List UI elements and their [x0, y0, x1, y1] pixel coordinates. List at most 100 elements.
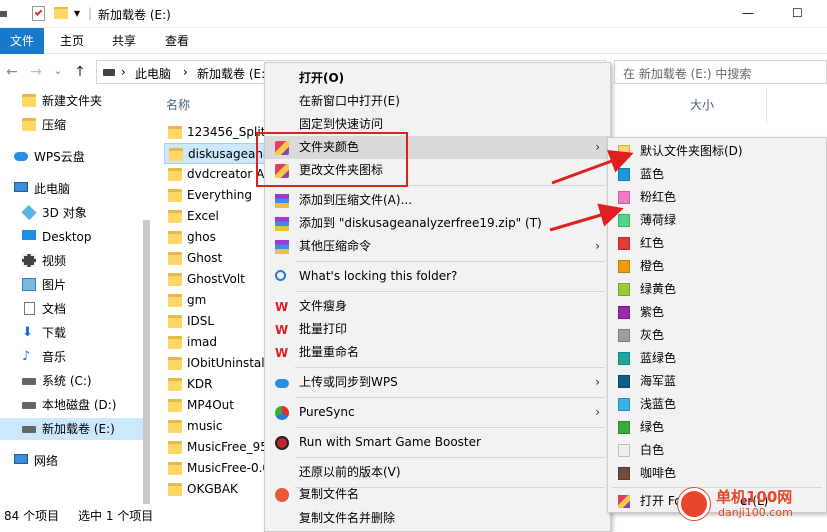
- booster-icon: [275, 436, 289, 450]
- menu-item-upload-wps[interactable]: 上传或同步到WPS ›: [265, 371, 610, 394]
- menu-item-whats-locking[interactable]: What's locking this folder?: [265, 265, 610, 288]
- document-icon: [24, 302, 35, 315]
- menu-separator: [295, 397, 605, 398]
- nav-item-network[interactable]: 网络: [0, 450, 150, 472]
- drive-icon: [103, 69, 115, 76]
- window-title: 新加载卷 (E:): [98, 8, 171, 22]
- nav-item-this-pc[interactable]: 此电脑: [0, 178, 150, 200]
- color-option-white[interactable]: 白色: [608, 439, 826, 462]
- file-row[interactable]: KDR: [164, 374, 272, 395]
- nav-item-pictures[interactable]: 图片: [0, 274, 150, 296]
- folder-icon: [168, 420, 182, 433]
- file-row[interactable]: MP4Out: [164, 395, 272, 416]
- customize-dropdown[interactable]: ▾: [74, 6, 80, 20]
- maximize-button[interactable]: ☐: [792, 6, 803, 20]
- new-folder-quick-icon[interactable]: [54, 7, 68, 19]
- color-option-mint[interactable]: 薄荷绿: [608, 209, 826, 232]
- color-option-red[interactable]: 红色: [608, 232, 826, 255]
- column-header-size[interactable]: 大小: [690, 96, 714, 113]
- nav-item-music[interactable]: ♪ 音乐: [0, 346, 150, 368]
- minimize-button[interactable]: —: [742, 6, 754, 20]
- nav-item-wps-cloud[interactable]: WPS云盘: [0, 146, 150, 168]
- nav-item-drive-d[interactable]: 本地磁盘 (D:): [0, 394, 150, 416]
- column-header-name[interactable]: 名称: [166, 96, 190, 113]
- nav-scrollbar[interactable]: [143, 220, 150, 510]
- nav-item-videos[interactable]: 视频: [0, 250, 150, 272]
- color-option-purple[interactable]: 紫色: [608, 301, 826, 324]
- tab-view[interactable]: 查看: [153, 28, 201, 54]
- folder-color-swatch: [618, 214, 630, 227]
- search-input[interactable]: 在 新加载卷 (E:) 中搜索: [614, 60, 827, 84]
- color-option-orange[interactable]: 橙色: [608, 255, 826, 278]
- color-option-blue[interactable]: 蓝色: [608, 163, 826, 186]
- nav-item-drive-e[interactable]: 新加载卷 (E:): [0, 418, 150, 440]
- color-option-navy[interactable]: 海军蓝: [608, 370, 826, 393]
- file-row[interactable]: Everything: [164, 185, 272, 206]
- color-option-pink[interactable]: 粉红色: [608, 186, 826, 209]
- menu-item-add-to-zip[interactable]: 添加到 "diskusageanalyzerfree19.zip" (T): [265, 212, 610, 235]
- menu-item-batch-print[interactable]: W 批量打印: [265, 318, 610, 341]
- forward-button[interactable]: →: [26, 64, 46, 80]
- file-row[interactable]: OKGBAK: [164, 479, 272, 500]
- nav-item-downloads[interactable]: ⬇ 下载: [0, 322, 150, 344]
- file-row[interactable]: GhostVolt: [164, 269, 272, 290]
- menu-item-batch-rename[interactable]: W 批量重命名: [265, 341, 610, 364]
- column-divider[interactable]: [766, 88, 767, 124]
- folder-color-swatch: [618, 375, 630, 388]
- menu-item-open-new-window[interactable]: 在新窗口中打开(E): [265, 90, 610, 113]
- tab-share[interactable]: 共享: [100, 28, 148, 54]
- winrar-icon: [275, 217, 289, 231]
- menu-item-add-to-archive[interactable]: 添加到压缩文件(A)...: [265, 189, 610, 212]
- menu-item-file-slim[interactable]: W 文件瘦身: [265, 295, 610, 318]
- file-row[interactable]: Excel: [164, 206, 272, 227]
- color-option-green[interactable]: 绿色: [608, 416, 826, 439]
- tab-home[interactable]: 主页: [48, 28, 96, 54]
- file-row[interactable]: MusicFree-0.0: [164, 458, 272, 479]
- color-option-teal[interactable]: 蓝绿色: [608, 347, 826, 370]
- menu-item-restore-versions[interactable]: 还原以前的版本(V): [265, 461, 610, 484]
- menu-item-other-compress[interactable]: 其他压缩命令 ›: [265, 235, 610, 258]
- watermark: 单机100网 danji100.com: [678, 486, 827, 524]
- folder-icon: [168, 483, 182, 496]
- color-option-gray[interactable]: 灰色: [608, 324, 826, 347]
- file-row[interactable]: gm: [164, 290, 272, 311]
- file-row[interactable]: MusicFree_95: [164, 437, 272, 458]
- up-button[interactable]: ↑: [70, 64, 90, 80]
- nav-item-new-folder[interactable]: 新建文件夹: [0, 90, 150, 112]
- menu-item-copy-filename[interactable]: 复制文件名: [265, 483, 610, 506]
- menu-item-open[interactable]: 打开(O): [265, 67, 610, 90]
- color-option-default[interactable]: 默认文件夹图标(D): [608, 140, 826, 163]
- paint-brush-icon: [618, 495, 630, 508]
- breadcrumb-drive-e[interactable]: 新加载卷 (E:: [197, 65, 265, 82]
- back-button[interactable]: ←: [2, 64, 22, 80]
- folder-color-swatch: [618, 467, 630, 480]
- color-option-yellowgreen[interactable]: 绿黄色: [608, 278, 826, 301]
- menu-separator: [295, 261, 605, 262]
- file-row[interactable]: imad: [164, 332, 272, 353]
- file-row[interactable]: IDSL: [164, 311, 272, 332]
- nav-item-compress[interactable]: 压缩: [0, 114, 150, 136]
- download-icon: ⬇: [22, 325, 33, 340]
- nav-item-drive-c[interactable]: 系统 (C:): [0, 370, 150, 392]
- watermark-line1: 单机100网: [716, 488, 793, 506]
- menu-item-copy-filename-delete[interactable]: 复制文件名并删除: [265, 507, 610, 530]
- recent-locations-button[interactable]: ⌄: [48, 64, 68, 77]
- folder-icon: [168, 294, 182, 307]
- quick-access-properties-icon[interactable]: [32, 6, 45, 21]
- file-row[interactable]: music: [164, 416, 272, 437]
- file-row[interactable]: IObitUninstall: [164, 353, 272, 374]
- folder-icon: [168, 231, 182, 244]
- folder-icon: [22, 118, 36, 131]
- color-option-brown[interactable]: 咖啡色: [608, 462, 826, 485]
- tab-file[interactable]: 文件: [0, 28, 44, 54]
- color-option-lightblue[interactable]: 浅蓝色: [608, 393, 826, 416]
- nav-item-3d-objects[interactable]: 3D 对象: [0, 202, 150, 224]
- folder-icon: [168, 168, 182, 181]
- file-row[interactable]: Ghost: [164, 248, 272, 269]
- nav-item-desktop[interactable]: Desktop: [0, 226, 150, 248]
- breadcrumb-this-pc[interactable]: 此电脑: [135, 65, 171, 82]
- nav-item-documents[interactable]: 文档: [0, 298, 150, 320]
- menu-item-puresync[interactable]: PureSync ›: [265, 401, 610, 424]
- menu-item-game-booster[interactable]: Run with Smart Game Booster: [265, 431, 610, 454]
- file-row[interactable]: ghos: [164, 227, 272, 248]
